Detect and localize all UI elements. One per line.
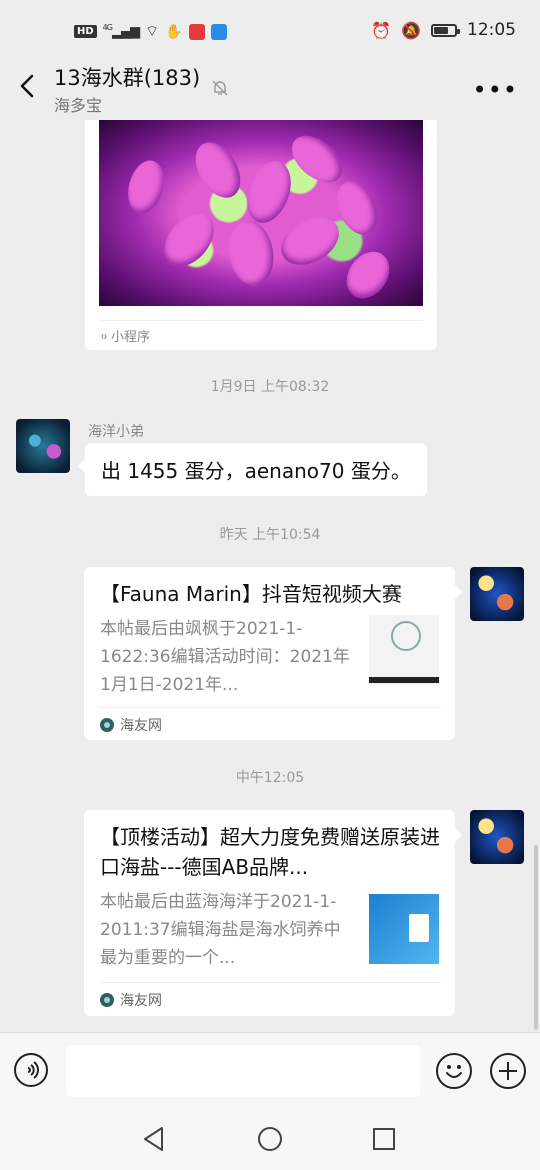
- app-red-icon: [188, 23, 205, 40]
- scrollbar[interactable]: [534, 845, 538, 1030]
- system-nav-bar: [0, 1110, 540, 1170]
- timestamp: 中午12:05: [235, 770, 305, 786]
- avatar-self[interactable]: [470, 567, 524, 621]
- input-bar: [0, 1032, 540, 1111]
- back-arrow-icon[interactable]: [14, 72, 42, 100]
- card-divider: [98, 707, 441, 708]
- hd-badge: HD: [74, 25, 97, 38]
- app-blue-icon: [210, 23, 227, 40]
- status-left: HD 4G▂▄▆ ⌔ ✋: [74, 22, 227, 41]
- link-icon: ℴ: [101, 328, 108, 343]
- link-card-haiyan[interactable]: 【顶楼活动】超大力度免费赠送原装进口海盐---德国AB品牌... 本帖最后由蓝海…: [84, 810, 462, 1016]
- source-name: 海友网: [120, 718, 162, 734]
- chat-header: 13海水群(183) 海多宝 •••: [0, 56, 540, 120]
- bell-off-icon: 🔕: [401, 20, 421, 40]
- nav-recents-icon[interactable]: [372, 1127, 396, 1151]
- text-message[interactable]: 出 1455 蛋分，aenano70 蛋分。: [78, 443, 427, 496]
- link-card-fauna[interactable]: 【Fauna Marin】抖音短视频大赛 本帖最后由飒枫于2021-1-1622…: [84, 567, 462, 740]
- link-card-thumbnail: [369, 615, 439, 685]
- haiyou-logo-icon: [100, 718, 114, 732]
- miniprogram-text: 小程序: [111, 330, 151, 345]
- nav-home-icon[interactable]: [257, 1126, 283, 1152]
- sender-name: 海洋小弟: [88, 424, 144, 440]
- hand-icon: ✋: [165, 23, 183, 40]
- link-card-source: 海友网: [100, 990, 162, 1010]
- link-card-thumbnail: [369, 894, 439, 964]
- haiyou-logo-icon: [100, 993, 114, 1007]
- link-card-title: 【Fauna Marin】抖音短视频大赛: [100, 582, 402, 606]
- status-right: ⏰ 🔕 12:05: [371, 20, 516, 40]
- coral-image: [99, 120, 423, 306]
- nav-back-icon[interactable]: [142, 1126, 166, 1152]
- timestamp: 昨天 上午10:54: [219, 527, 321, 543]
- status-bar: HD 4G▂▄▆ ⌔ ✋ ⏰ 🔕 12:05: [0, 0, 540, 64]
- miniprogram-card[interactable]: ℴ 小程序: [85, 120, 437, 350]
- chat-title: 13海水群(183): [54, 66, 201, 90]
- signal-icon: 4G▂▄▆: [102, 23, 140, 40]
- link-card-title: 【顶楼活动】超大力度免费赠送原装进口海盐---德国AB品牌...: [100, 825, 440, 879]
- more-options-icon[interactable]: •••: [473, 76, 518, 104]
- voice-input-icon[interactable]: [14, 1053, 48, 1087]
- plus-icon[interactable]: [490, 1053, 526, 1089]
- link-card-source: 海友网: [100, 715, 162, 735]
- emoji-icon[interactable]: [436, 1053, 472, 1089]
- link-card-desc: 本帖最后由蓝海海洋于2021-1-2011:37编辑海盐是海水饲养中最为重要的一…: [100, 892, 341, 968]
- source-name: 海友网: [120, 993, 162, 1009]
- card-divider: [99, 320, 423, 321]
- message-input[interactable]: [66, 1045, 420, 1097]
- link-card-desc: 本帖最后由飒枫于2021-1-1622:36编辑活动时间：2021年1月1日-2…: [100, 619, 350, 695]
- card-divider: [98, 982, 441, 983]
- avatar-self[interactable]: [470, 810, 524, 864]
- wifi-icon: ⌔: [144, 22, 160, 40]
- mute-icon: [212, 80, 228, 96]
- message-list[interactable]: ℴ 小程序 1月9日 上午08:32 海洋小弟 出 1455 蛋分，aenano…: [0, 120, 540, 1032]
- battery-icon: [431, 23, 460, 37]
- timestamp: 1月9日 上午08:32: [210, 379, 330, 395]
- avatar[interactable]: [16, 419, 70, 473]
- miniprogram-label: ℴ 小程序: [101, 326, 150, 345]
- alarm-icon: ⏰: [371, 20, 392, 40]
- status-time: 12:05: [467, 20, 516, 40]
- chat-subtitle: 海多宝: [54, 96, 103, 115]
